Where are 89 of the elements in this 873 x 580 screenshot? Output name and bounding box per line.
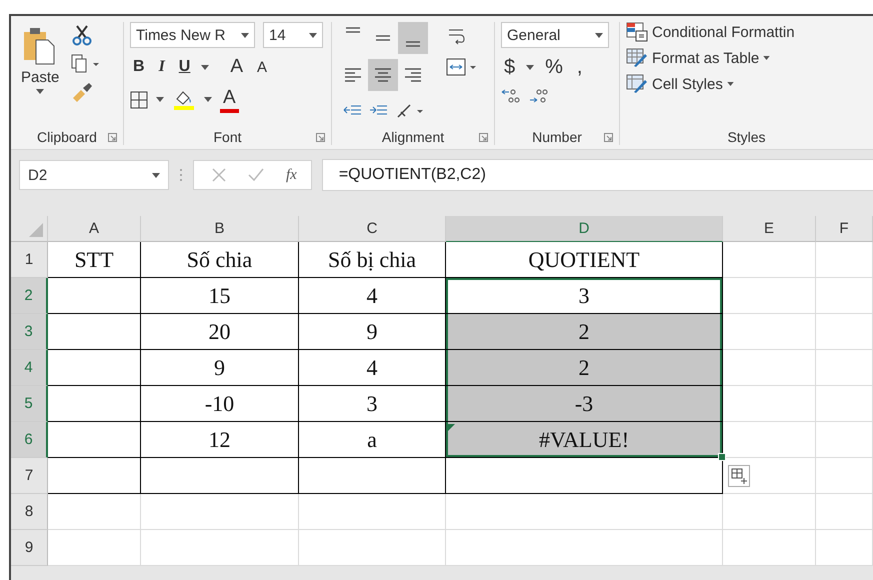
launcher-icon[interactable] [479, 133, 488, 142]
caret-icon[interactable] [156, 97, 164, 102]
fill-color-icon[interactable] [172, 88, 196, 110]
align-lines-icon [373, 66, 393, 84]
number-format-dropdown[interactable]: General [501, 22, 609, 48]
launcher-icon[interactable] [604, 133, 613, 142]
paste-button[interactable]: Paste [17, 22, 64, 125]
align-button[interactable] [398, 22, 428, 54]
styles-button[interactable]: Cell Styles [626, 74, 867, 94]
table-brush-icon [626, 48, 648, 68]
align-lines-icon [343, 66, 363, 84]
fill-handle[interactable] [718, 453, 726, 461]
decrease-decimal-icon[interactable] [529, 87, 549, 105]
styles-button[interactable]: Format as Table [626, 48, 867, 68]
row-header[interactable]: 6 [11, 422, 48, 458]
caret-icon [36, 89, 44, 94]
row-header[interactable]: 7 [11, 458, 48, 494]
table-cell: Số chia [141, 242, 299, 278]
insert-function-button[interactable]: fx [286, 166, 297, 184]
underline-button[interactable]: U [176, 56, 194, 78]
name-box[interactable]: D2 [19, 160, 169, 190]
row-header[interactable]: 8 [11, 494, 48, 530]
quick-analysis-icon[interactable] [728, 465, 750, 487]
caret-icon[interactable] [201, 64, 210, 70]
table-cell: -10 [141, 386, 299, 422]
grow-font-button[interactable]: A [227, 54, 246, 80]
column-header[interactable]: C [299, 216, 446, 242]
caret-icon [726, 82, 734, 86]
italic-button[interactable]: I [156, 56, 168, 78]
caret-icon [241, 32, 249, 38]
caret-icon [595, 32, 603, 38]
column-header[interactable]: D [446, 216, 723, 242]
caret-icon [309, 32, 317, 38]
bold-button[interactable]: B [130, 56, 148, 78]
align-lines-icon [403, 66, 423, 84]
grip-icon [179, 168, 183, 182]
table-cell: STT [48, 242, 141, 278]
table-cell: -3 [446, 386, 723, 422]
percent-button[interactable]: % [542, 54, 566, 81]
table-cell: 2 [446, 350, 723, 386]
caret-icon [152, 172, 160, 178]
font-name-dropdown[interactable]: Times New R [130, 22, 255, 48]
table-cell: 20 [141, 314, 299, 350]
borders-icon[interactable] [130, 90, 148, 108]
font-color-button[interactable]: A [220, 86, 239, 113]
merge-cells-icon[interactable] [446, 58, 478, 76]
styles-button[interactable]: Conditional Formattin [626, 22, 867, 42]
row-header[interactable]: 5 [11, 386, 48, 422]
increase-decimal-icon[interactable] [501, 87, 521, 105]
currency-button[interactable]: $ [501, 54, 518, 81]
table-cell: 12 [141, 422, 299, 458]
row-header[interactable]: 9 [11, 530, 48, 566]
brush-icon[interactable] [71, 82, 94, 102]
group-label: Font [213, 129, 242, 145]
column-header[interactable]: E [723, 216, 816, 242]
group-label: Alignment [382, 129, 444, 145]
row-header[interactable]: 1 [11, 242, 48, 278]
group-label: Styles [727, 129, 766, 145]
cell-styles-icon [626, 74, 648, 94]
table-cell: 15 [141, 278, 299, 314]
caret-icon [763, 56, 770, 60]
column-header[interactable]: F [816, 216, 873, 242]
shrink-font-button[interactable]: A [254, 56, 270, 78]
caret-icon[interactable] [526, 65, 534, 70]
formula-field[interactable]: =QUOTIENT(B2,C2) [322, 159, 873, 191]
launcher-icon[interactable] [108, 133, 117, 142]
caret-icon[interactable] [204, 97, 212, 102]
table-cell: 2 [446, 314, 723, 350]
column-header[interactable]: A [48, 216, 141, 242]
align-button[interactable] [368, 58, 398, 91]
table-cell: Số bị chia [299, 242, 446, 278]
scissors-icon[interactable] [71, 24, 94, 46]
row-header[interactable]: 4 [11, 350, 48, 386]
align-lines-icon [346, 27, 360, 33]
font-size-dropdown[interactable]: 14 [263, 22, 323, 48]
table-cell: 9 [141, 350, 299, 386]
launcher-icon[interactable] [316, 133, 325, 142]
align-lines-icon [406, 41, 420, 47]
row-header[interactable]: 2 [11, 278, 48, 314]
group-label: Number [532, 129, 582, 145]
align-lines-icon [376, 35, 390, 41]
column-header[interactable]: B [141, 216, 299, 242]
copy-icon[interactable] [71, 54, 102, 74]
conditional-formatting-icon [626, 22, 648, 42]
group-label: Clipboard [37, 129, 97, 145]
comma-button[interactable]: , [574, 54, 586, 81]
table-cell: 3 [446, 278, 723, 314]
orientation-icon[interactable] [395, 102, 425, 120]
row-header[interactable]: 3 [11, 314, 48, 350]
